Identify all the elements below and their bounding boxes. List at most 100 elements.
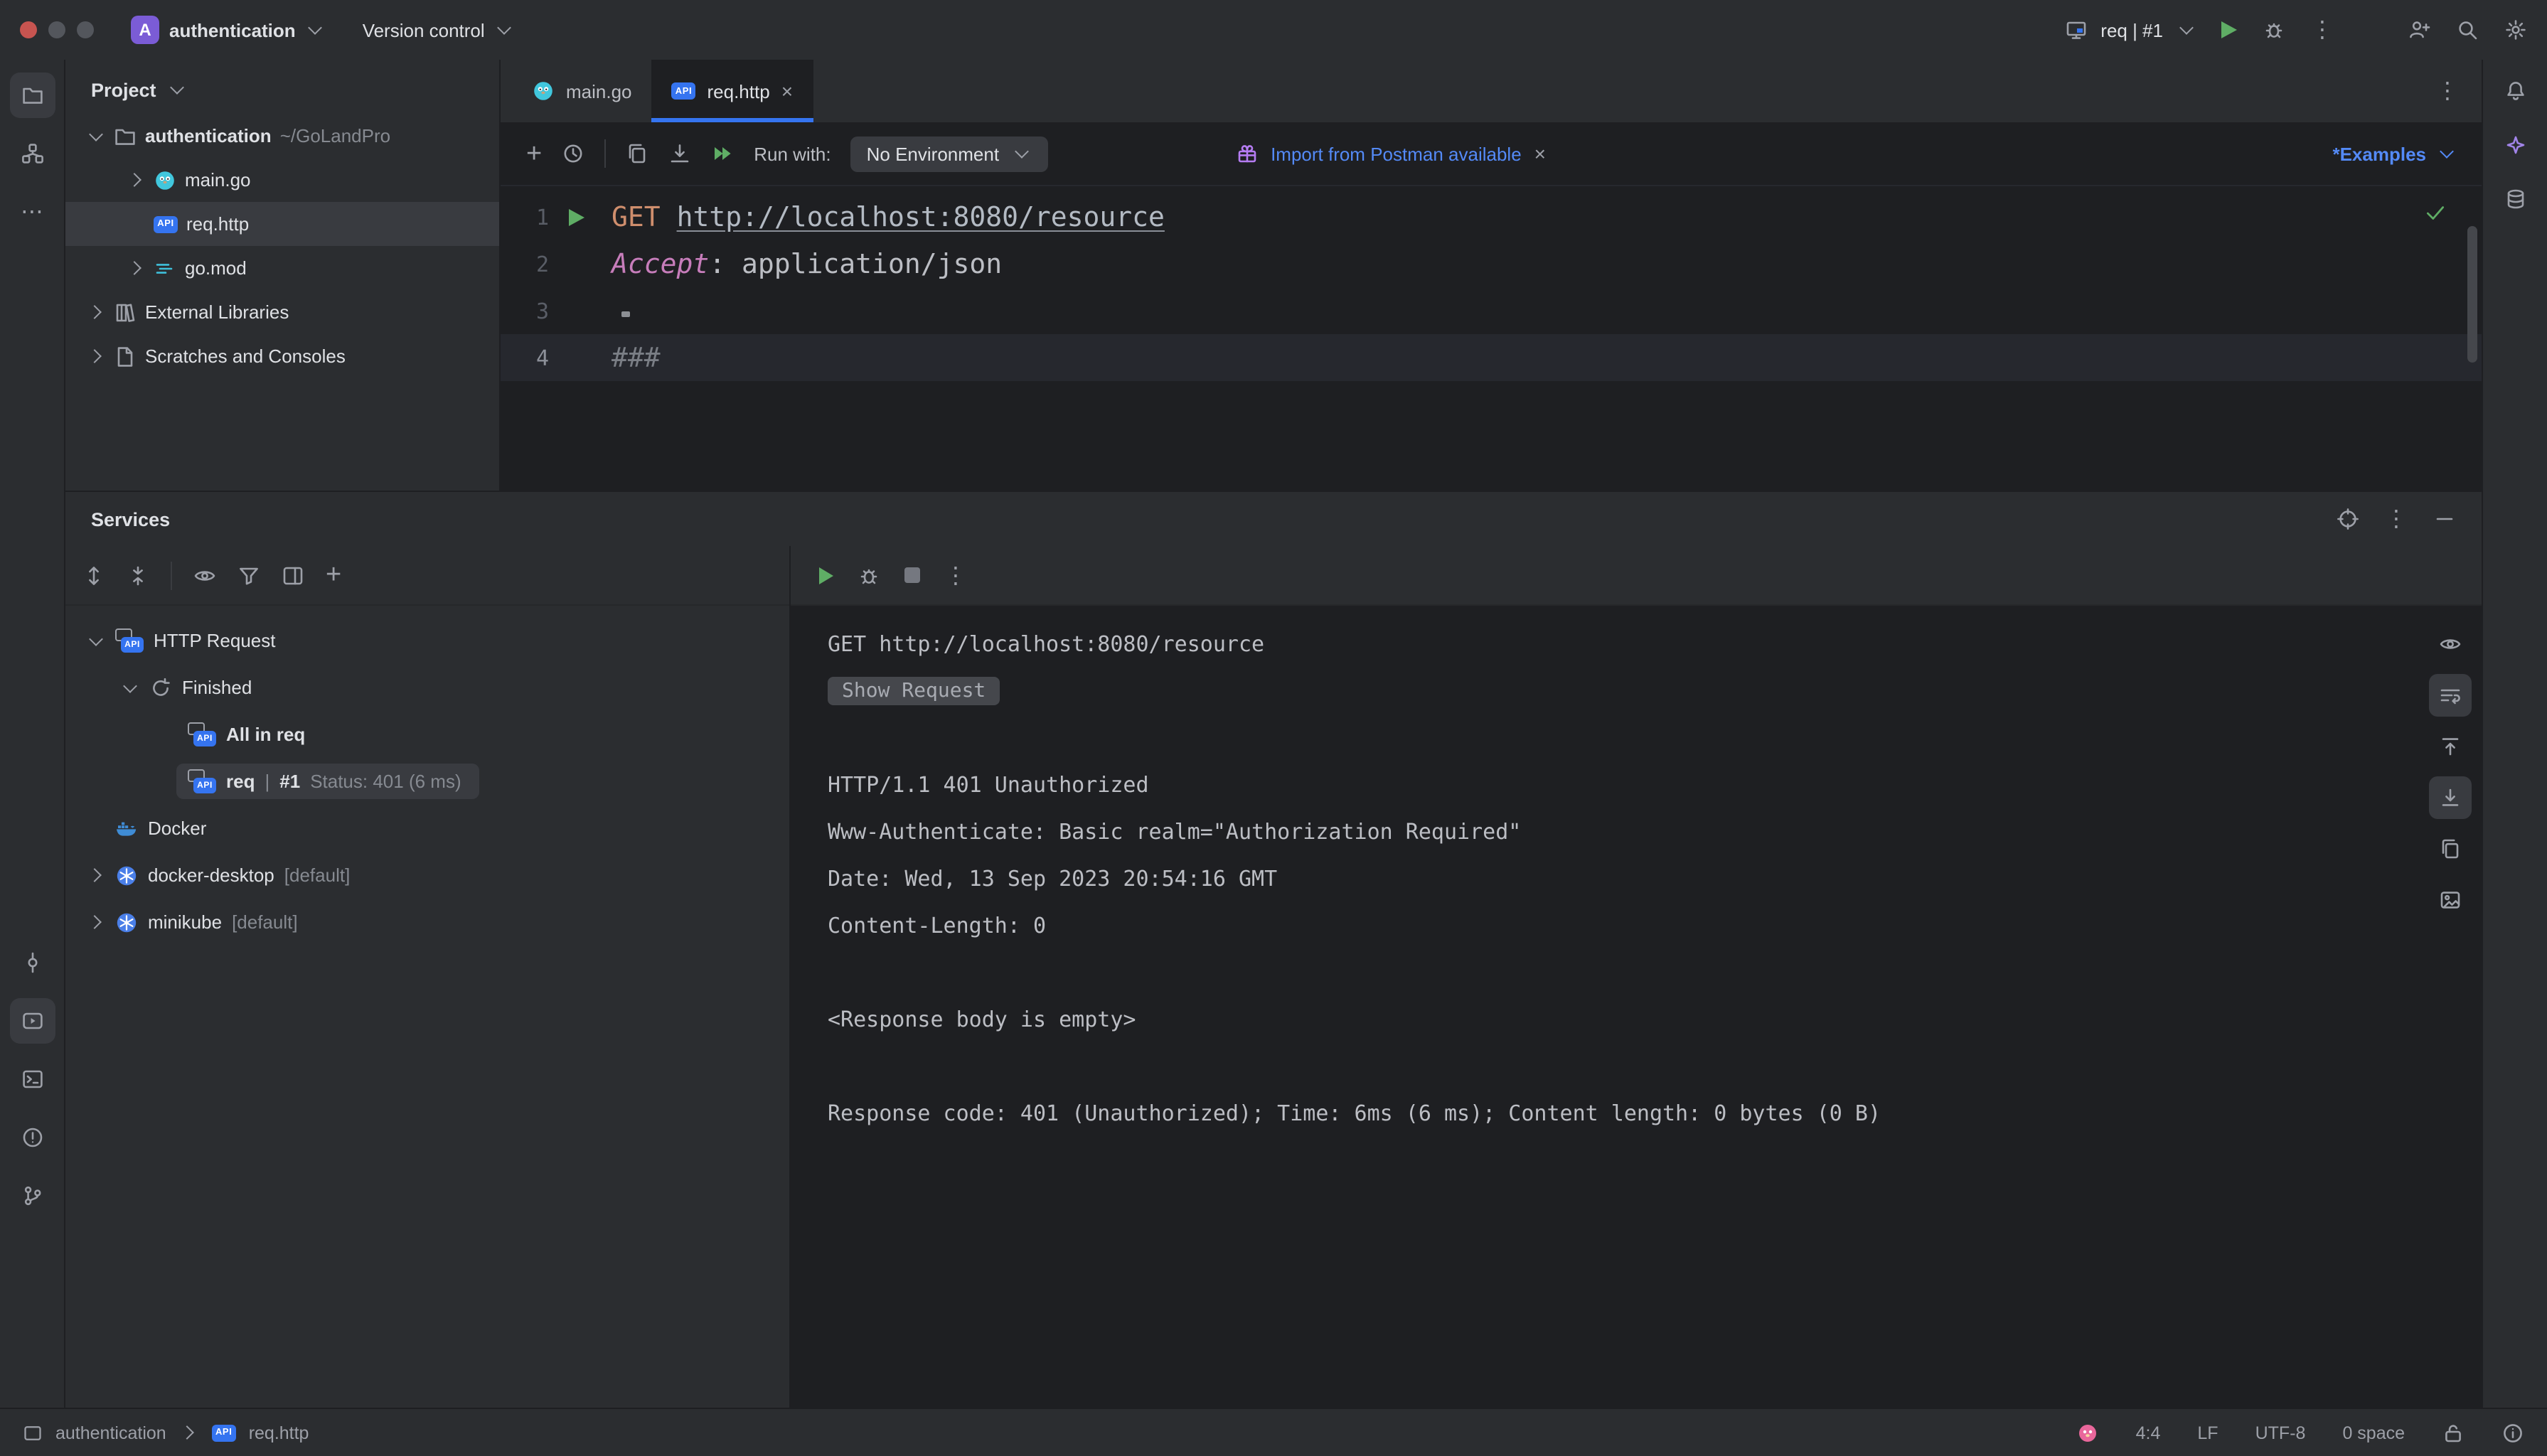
minimize-window-button[interactable] xyxy=(48,21,65,38)
import-icon[interactable] xyxy=(668,142,691,165)
tree-row-req-http[interactable]: API req.http xyxy=(65,202,499,246)
run-configuration-widget[interactable]: req | #1 xyxy=(2065,18,2196,41)
expand-all-icon[interactable] xyxy=(82,564,105,587)
tab-req-http[interactable]: API req.http × xyxy=(651,60,813,122)
chevron-right-icon[interactable] xyxy=(85,865,105,885)
tab-main-go[interactable]: main.go xyxy=(512,60,652,122)
collapse-all-icon[interactable] xyxy=(127,564,149,587)
rerun-button[interactable] xyxy=(819,567,833,584)
caret-position[interactable]: 4:4 xyxy=(2136,1423,2161,1442)
services-row-http-request[interactable]: API HTTP Request xyxy=(65,617,789,664)
file-encoding[interactable]: UTF-8 xyxy=(2255,1423,2306,1442)
environment-dropdown[interactable]: No Environment xyxy=(850,136,1048,171)
services-row-docker-desktop[interactable]: docker-desktop [default] xyxy=(65,852,789,899)
database-icon[interactable] xyxy=(2504,188,2526,210)
code-text[interactable]: ### xyxy=(597,342,661,373)
vcs-widget[interactable]: Version control xyxy=(363,19,515,41)
console-options-icon[interactable]: ⋮ xyxy=(944,563,967,587)
chevron-down-icon[interactable] xyxy=(85,631,105,651)
code-text[interactable] xyxy=(597,295,617,326)
services-row-finished[interactable]: Finished xyxy=(65,664,789,711)
run-button[interactable] xyxy=(2221,21,2237,38)
view-options-eye-icon[interactable] xyxy=(193,564,216,587)
info-icon[interactable] xyxy=(2501,1421,2524,1444)
examples-dropdown[interactable]: *Examples xyxy=(2332,143,2456,164)
line-number[interactable]: 4 xyxy=(501,345,555,370)
show-request-button[interactable]: Show Request xyxy=(828,676,1000,705)
minimize-panel-icon[interactable] xyxy=(2433,508,2456,530)
code-line-2[interactable]: 2 Accept: application/json xyxy=(501,240,2482,287)
more-tool-windows-button[interactable]: ⋯ xyxy=(9,189,55,235)
code-line-4[interactable]: 4 ### xyxy=(501,334,2482,381)
run-all-requests-icon[interactable] xyxy=(711,142,734,165)
history-icon[interactable] xyxy=(562,142,584,165)
git-tool-button[interactable] xyxy=(9,1173,55,1219)
editor-scrollbar[interactable] xyxy=(2467,226,2477,363)
filter-icon[interactable] xyxy=(237,564,260,587)
gopher-icon[interactable] xyxy=(2076,1421,2099,1444)
problems-tool-button[interactable] xyxy=(9,1115,55,1160)
project-selector[interactable]: A authentication xyxy=(131,16,326,44)
tab-options-icon[interactable]: ⋮ xyxy=(2436,79,2459,102)
code-with-me-icon[interactable] xyxy=(2408,18,2430,41)
tree-row-external-libraries[interactable]: External Libraries xyxy=(65,290,499,334)
line-number[interactable]: 1 xyxy=(501,204,555,230)
tree-row-main-go[interactable]: main.go xyxy=(65,158,499,202)
scroll-to-end-button[interactable] xyxy=(2429,776,2472,819)
line-number[interactable]: 2 xyxy=(501,251,555,277)
chevron-right-icon[interactable] xyxy=(85,912,105,932)
add-service-icon[interactable]: + xyxy=(326,562,341,589)
chevron-right-icon[interactable] xyxy=(125,170,145,190)
line-ending[interactable]: LF xyxy=(2197,1423,2218,1442)
close-tab-icon[interactable]: × xyxy=(781,81,793,101)
close-window-button[interactable] xyxy=(20,21,37,38)
soft-wrap-button[interactable] xyxy=(2429,674,2472,717)
project-tool-button[interactable] xyxy=(9,73,55,118)
structure-tool-button[interactable] xyxy=(9,131,55,176)
tree-row-root[interactable]: authentication ~/GoLandPro xyxy=(65,114,499,158)
services-row-minikube[interactable]: minikube [default] xyxy=(65,899,789,946)
breadcrumb-file[interactable]: req.http xyxy=(249,1423,309,1442)
notifications-bell-icon[interactable] xyxy=(2504,80,2526,102)
copy-icon[interactable] xyxy=(626,142,648,165)
commit-tool-button[interactable] xyxy=(9,940,55,985)
close-banner-icon[interactable]: × xyxy=(1534,144,1546,164)
lock-icon[interactable] xyxy=(2442,1421,2465,1444)
breadcrumb-project[interactable]: authentication xyxy=(55,1423,166,1442)
run-request-gutter-icon[interactable] xyxy=(555,208,597,225)
open-in-new-tab-icon[interactable] xyxy=(282,564,304,587)
tree-row-go-mod[interactable]: go.mod xyxy=(65,246,499,290)
view-as-image-button[interactable] xyxy=(2429,879,2472,921)
zoom-window-button[interactable] xyxy=(77,21,94,38)
panel-options-icon[interactable]: ⋮ xyxy=(2385,507,2408,530)
chevron-right-icon[interactable] xyxy=(125,258,145,278)
debug-icon[interactable] xyxy=(2263,18,2285,41)
add-request-icon[interactable]: + xyxy=(526,140,542,167)
services-row-all-in-req[interactable]: API All in req xyxy=(65,711,789,758)
ai-assistant-icon[interactable] xyxy=(2504,134,2526,156)
postman-import-banner[interactable]: Import from Postman available × xyxy=(1235,142,1546,165)
services-row-req-selected[interactable]: API req | #1 Status: 401 (6 ms) xyxy=(65,758,789,805)
more-actions-icon[interactable]: ⋮ xyxy=(2311,18,2334,41)
inspection-ok-icon[interactable] xyxy=(2423,200,2447,225)
terminal-tool-button[interactable] xyxy=(9,1056,55,1102)
preview-eye-button[interactable] xyxy=(2429,623,2472,665)
code-text[interactable]: GET http://localhost:8080/resource xyxy=(597,201,1165,232)
tree-row-scratches[interactable]: Scratches and Consoles xyxy=(65,334,499,378)
line-number[interactable]: 3 xyxy=(501,298,555,323)
chevron-down-icon[interactable] xyxy=(85,126,105,146)
debug-rerun-icon[interactable] xyxy=(858,564,880,587)
chevron-down-icon[interactable] xyxy=(119,678,139,697)
chevron-right-icon[interactable] xyxy=(85,346,105,366)
response-console[interactable]: GET http://localhost:8080/resource Show … xyxy=(791,606,2419,1408)
code-line-3[interactable]: 3 xyxy=(501,287,2482,334)
editor-body[interactable]: 1 GET http://localhost:8080/resource 2 A… xyxy=(501,186,2482,491)
services-row-docker[interactable]: Docker xyxy=(65,805,789,852)
search-everywhere-icon[interactable] xyxy=(2456,18,2479,41)
indent-setting[interactable]: 0 space xyxy=(2342,1423,2405,1442)
services-tool-button[interactable] xyxy=(9,998,55,1044)
code-text[interactable]: Accept: application/json xyxy=(597,248,1002,279)
code-line-1[interactable]: 1 GET http://localhost:8080/resource xyxy=(501,193,2482,240)
chevron-right-icon[interactable] xyxy=(85,302,105,322)
stop-button[interactable] xyxy=(904,567,920,583)
